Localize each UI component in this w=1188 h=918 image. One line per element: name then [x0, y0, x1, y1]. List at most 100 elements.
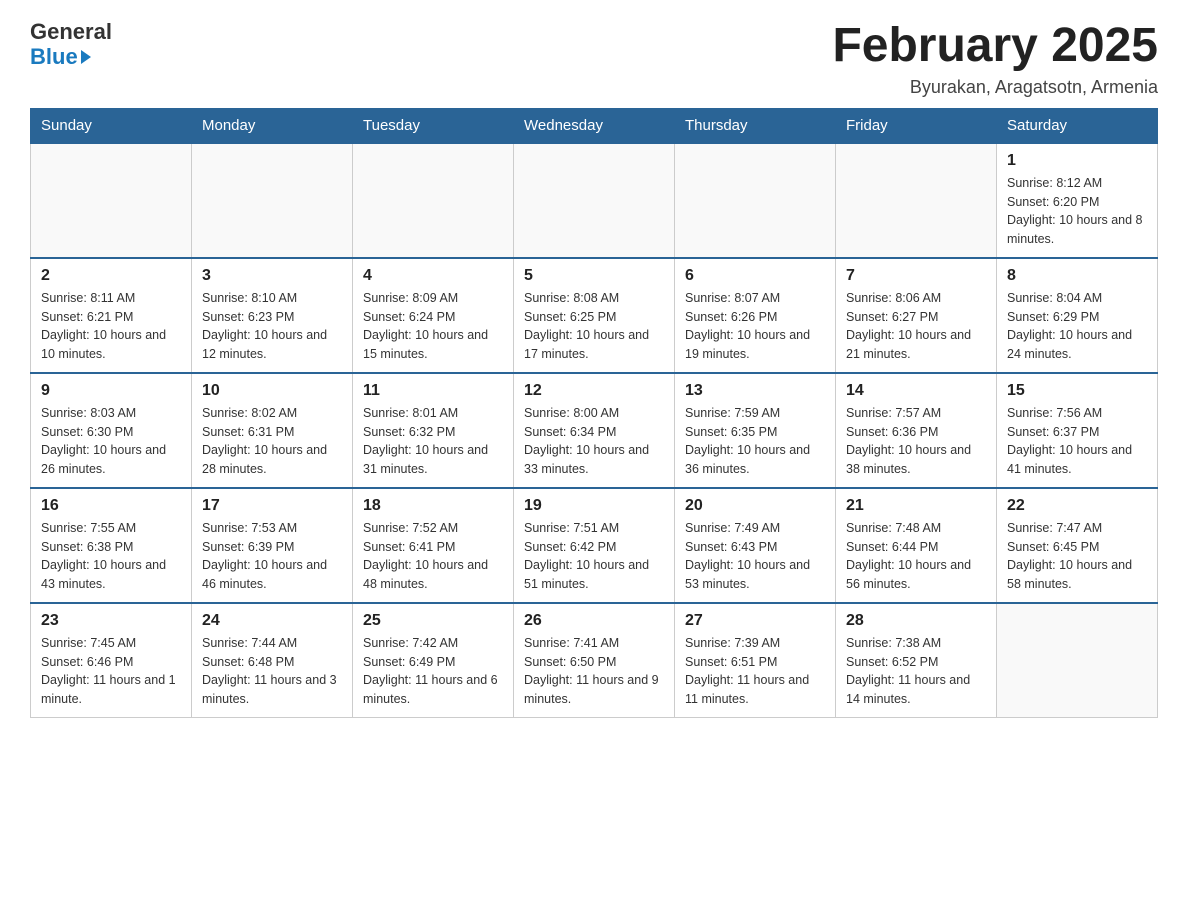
- day-info: Sunrise: 7:49 AMSunset: 6:43 PMDaylight:…: [685, 519, 825, 594]
- calendar-cell: 16 Sunrise: 7:55 AMSunset: 6:38 PMDayligh…: [31, 488, 192, 603]
- day-number: 27: [685, 612, 825, 630]
- calendar-cell: 19Sunrise: 7:51 AMSunset: 6:42 PMDayligh…: [514, 488, 675, 603]
- day-number: 11: [363, 382, 503, 400]
- day-info: Sunrise: 8:01 AMSunset: 6:32 PMDaylight:…: [363, 404, 503, 479]
- calendar-cell: 14Sunrise: 7:57 AMSunset: 6:36 PMDayligh…: [836, 373, 997, 488]
- calendar-cell: 7 Sunrise: 8:06 AMSunset: 6:27 PMDaylight…: [836, 258, 997, 373]
- day-info: Sunrise: 7:41 AMSunset: 6:50 PMDaylight:…: [524, 634, 664, 709]
- calendar-cell: 15 Sunrise: 7:56 AMSunset: 6:37 PMDayligh…: [997, 373, 1158, 488]
- calendar-cell: 22 Sunrise: 7:47 AMSunset: 6:45 PMDayligh…: [997, 488, 1158, 603]
- calendar-cell: [31, 143, 192, 258]
- week-row-1: 1 Sunrise: 8:12 AMSunset: 6:20 PMDaylight…: [31, 143, 1158, 258]
- day-number: 13: [685, 382, 825, 400]
- calendar-table: SundayMondayTuesdayWednesdayThursdayFrid…: [30, 108, 1158, 718]
- day-number: 25: [363, 612, 503, 630]
- calendar-cell: 8Sunrise: 8:04 AMSunset: 6:29 PMDaylight…: [997, 258, 1158, 373]
- day-info: Sunrise: 8:00 AMSunset: 6:34 PMDaylight:…: [524, 404, 664, 479]
- column-header-monday: Monday: [192, 108, 353, 143]
- week-row-2: 2Sunrise: 8:11 AMSunset: 6:21 PMDaylight…: [31, 258, 1158, 373]
- day-number: 6: [685, 267, 825, 285]
- day-info: Sunrise: 7:55 AMSunset: 6:38 PMDaylight:…: [41, 519, 181, 594]
- day-number: 26: [524, 612, 664, 630]
- day-number: 12: [524, 382, 664, 400]
- day-number: 10: [202, 382, 342, 400]
- day-number: 23: [41, 612, 181, 630]
- page-header: General Blue February 2025 Byurakan, Ara…: [30, 20, 1158, 98]
- calendar-cell: 20 Sunrise: 7:49 AMSunset: 6:43 PMDayligh…: [675, 488, 836, 603]
- day-info: Sunrise: 7:51 AMSunset: 6:42 PMDaylight:…: [524, 519, 664, 594]
- day-info: Sunrise: 8:09 AMSunset: 6:24 PMDaylight:…: [363, 289, 503, 364]
- day-info: Sunrise: 7:53 AMSunset: 6:39 PMDaylight:…: [202, 519, 342, 594]
- day-info: Sunrise: 7:45 AMSunset: 6:46 PMDaylight:…: [41, 634, 181, 709]
- calendar-cell: 6 Sunrise: 8:07 AMSunset: 6:26 PMDaylight…: [675, 258, 836, 373]
- day-number: 21: [846, 497, 986, 515]
- day-info: Sunrise: 7:38 AMSunset: 6:52 PMDaylight:…: [846, 634, 986, 709]
- calendar-cell: 10 Sunrise: 8:02 AMSunset: 6:31 PMDayligh…: [192, 373, 353, 488]
- day-info: Sunrise: 7:59 AMSunset: 6:35 PMDaylight:…: [685, 404, 825, 479]
- day-info: Sunrise: 8:12 AMSunset: 6:20 PMDaylight:…: [1007, 174, 1147, 249]
- calendar-cell: [514, 143, 675, 258]
- calendar-cell: [353, 143, 514, 258]
- day-number: 17: [202, 497, 342, 515]
- day-number: 24: [202, 612, 342, 630]
- title-block: February 2025 Byurakan, Aragatsotn, Arme…: [832, 20, 1158, 98]
- day-info: Sunrise: 8:04 AMSunset: 6:29 PMDaylight:…: [1007, 289, 1147, 364]
- day-number: 2: [41, 267, 181, 285]
- day-number: 4: [363, 267, 503, 285]
- day-info: Sunrise: 8:08 AMSunset: 6:25 PMDaylight:…: [524, 289, 664, 364]
- calendar-cell: 1 Sunrise: 8:12 AMSunset: 6:20 PMDaylight…: [997, 143, 1158, 258]
- day-number: 5: [524, 267, 664, 285]
- calendar-header-row: SundayMondayTuesdayWednesdayThursdayFrid…: [31, 108, 1158, 143]
- day-number: 22: [1007, 497, 1147, 515]
- calendar-cell: [836, 143, 997, 258]
- day-number: 18: [363, 497, 503, 515]
- day-info: Sunrise: 7:42 AMSunset: 6:49 PMDaylight:…: [363, 634, 503, 709]
- calendar-cell: 4 Sunrise: 8:09 AMSunset: 6:24 PMDaylight…: [353, 258, 514, 373]
- calendar-cell: 9Sunrise: 8:03 AMSunset: 6:30 PMDaylight…: [31, 373, 192, 488]
- day-info: Sunrise: 7:48 AMSunset: 6:44 PMDaylight:…: [846, 519, 986, 594]
- week-row-5: 23 Sunrise: 7:45 AMSunset: 6:46 PMDayligh…: [31, 603, 1158, 718]
- day-number: 16: [41, 497, 181, 515]
- calendar-cell: 3Sunrise: 8:10 AMSunset: 6:23 PMDaylight…: [192, 258, 353, 373]
- logo-general-text: General: [30, 20, 112, 44]
- day-info: Sunrise: 8:07 AMSunset: 6:26 PMDaylight:…: [685, 289, 825, 364]
- calendar-cell: 2Sunrise: 8:11 AMSunset: 6:21 PMDaylight…: [31, 258, 192, 373]
- month-title: February 2025: [832, 20, 1158, 73]
- calendar-cell: 12 Sunrise: 8:00 AMSunset: 6:34 PMDayligh…: [514, 373, 675, 488]
- day-info: Sunrise: 8:10 AMSunset: 6:23 PMDaylight:…: [202, 289, 342, 364]
- day-number: 1: [1007, 152, 1147, 170]
- calendar-cell: 27 Sunrise: 7:39 AMSunset: 6:51 PMDayligh…: [675, 603, 836, 718]
- calendar-cell: 5 Sunrise: 8:08 AMSunset: 6:25 PMDaylight…: [514, 258, 675, 373]
- day-number: 7: [846, 267, 986, 285]
- calendar-cell: 26 Sunrise: 7:41 AMSunset: 6:50 PMDayligh…: [514, 603, 675, 718]
- column-header-sunday: Sunday: [31, 108, 192, 143]
- calendar-cell: 28 Sunrise: 7:38 AMSunset: 6:52 PMDayligh…: [836, 603, 997, 718]
- day-info: Sunrise: 7:47 AMSunset: 6:45 PMDaylight:…: [1007, 519, 1147, 594]
- column-header-friday: Friday: [836, 108, 997, 143]
- day-info: Sunrise: 7:52 AMSunset: 6:41 PMDaylight:…: [363, 519, 503, 594]
- location-subtitle: Byurakan, Aragatsotn, Armenia: [832, 77, 1158, 98]
- logo-blue-text: Blue: [30, 44, 91, 70]
- day-number: 15: [1007, 382, 1147, 400]
- column-header-tuesday: Tuesday: [353, 108, 514, 143]
- column-header-saturday: Saturday: [997, 108, 1158, 143]
- logo: General Blue: [30, 20, 112, 70]
- calendar-cell: 17 Sunrise: 7:53 AMSunset: 6:39 PMDayligh…: [192, 488, 353, 603]
- day-number: 20: [685, 497, 825, 515]
- day-info: Sunrise: 7:44 AMSunset: 6:48 PMDaylight:…: [202, 634, 342, 709]
- day-info: Sunrise: 8:03 AMSunset: 6:30 PMDaylight:…: [41, 404, 181, 479]
- day-info: Sunrise: 8:06 AMSunset: 6:27 PMDaylight:…: [846, 289, 986, 364]
- logo-arrow-icon: [81, 50, 91, 64]
- day-info: Sunrise: 8:02 AMSunset: 6:31 PMDaylight:…: [202, 404, 342, 479]
- day-number: 28: [846, 612, 986, 630]
- calendar-cell: 23 Sunrise: 7:45 AMSunset: 6:46 PMDayligh…: [31, 603, 192, 718]
- day-info: Sunrise: 7:39 AMSunset: 6:51 PMDaylight:…: [685, 634, 825, 709]
- calendar-cell: 24 Sunrise: 7:44 AMSunset: 6:48 PMDayligh…: [192, 603, 353, 718]
- calendar-cell: [997, 603, 1158, 718]
- calendar-cell: 13 Sunrise: 7:59 AMSunset: 6:35 PMDayligh…: [675, 373, 836, 488]
- column-header-wednesday: Wednesday: [514, 108, 675, 143]
- calendar-cell: 11 Sunrise: 8:01 AMSunset: 6:32 PMDayligh…: [353, 373, 514, 488]
- day-info: Sunrise: 7:56 AMSunset: 6:37 PMDaylight:…: [1007, 404, 1147, 479]
- week-row-3: 9Sunrise: 8:03 AMSunset: 6:30 PMDaylight…: [31, 373, 1158, 488]
- calendar-cell: 18 Sunrise: 7:52 AMSunset: 6:41 PMDayligh…: [353, 488, 514, 603]
